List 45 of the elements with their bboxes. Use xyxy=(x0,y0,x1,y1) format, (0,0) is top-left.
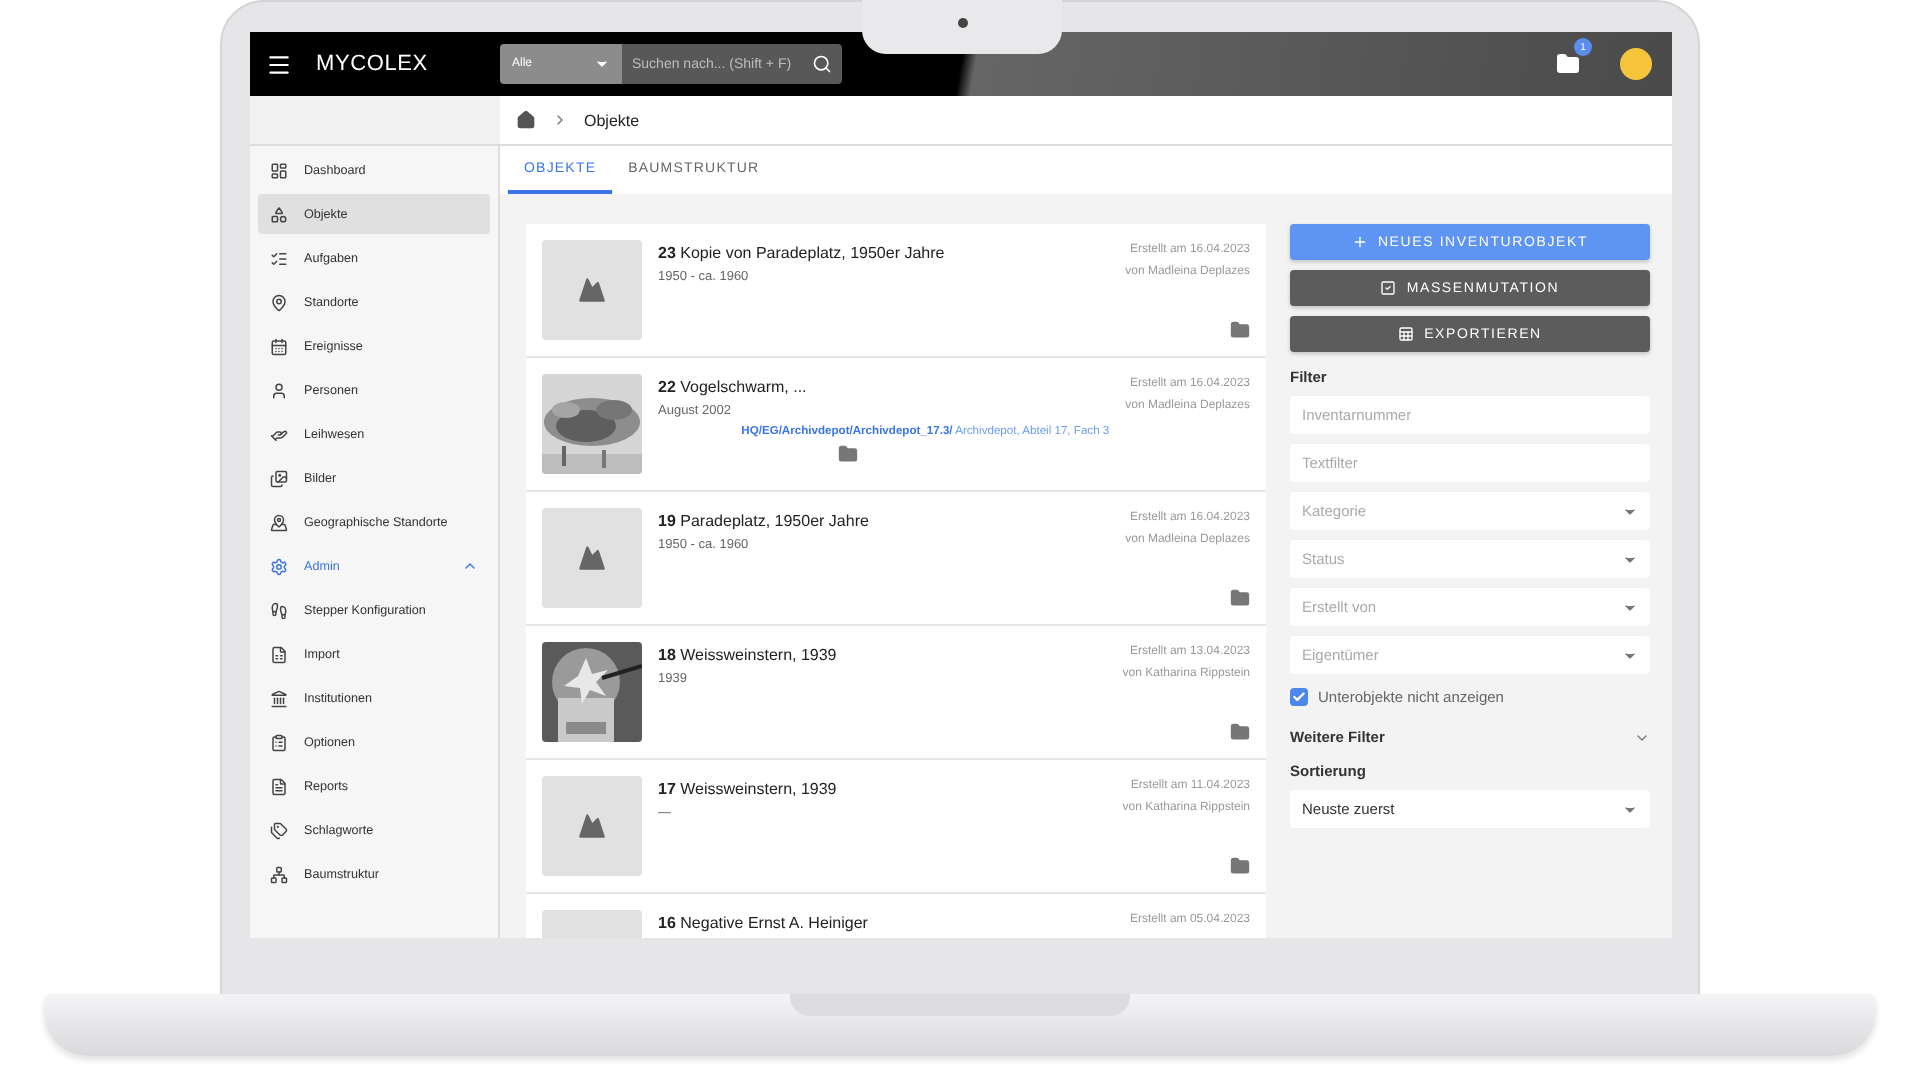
object-title: 19 Paradeplatz, 1950er Jahre xyxy=(658,510,871,530)
menu-icon[interactable] xyxy=(266,51,292,77)
caret-icon xyxy=(594,56,610,72)
calendar-icon xyxy=(270,337,288,355)
object-title: 23 Kopie von Paradeplatz, 1950er Jahre xyxy=(658,242,947,262)
shapes-icon xyxy=(270,205,288,223)
object-title: 22 Vogelschwarm, ... xyxy=(658,376,809,396)
object-title: 16 Negative Ernst A. Heiniger xyxy=(658,912,870,932)
spreadsheet-icon xyxy=(270,645,288,663)
hand-icon xyxy=(270,425,288,443)
document-icon xyxy=(270,777,288,795)
folder-plus-icon[interactable] xyxy=(838,444,858,464)
avatar[interactable] xyxy=(1620,48,1652,80)
folder-plus-icon[interactable] xyxy=(1230,588,1250,608)
plus-icon xyxy=(1351,234,1368,250)
app-title: MYCOLEX xyxy=(316,52,430,76)
folder-plus-icon[interactable] xyxy=(1230,856,1250,876)
tags-icon xyxy=(270,821,288,839)
dashboard-icon xyxy=(270,161,288,179)
settings-icon xyxy=(270,557,288,575)
images-icon xyxy=(270,469,288,487)
map-pin-icon xyxy=(270,513,288,531)
footprints-icon xyxy=(270,601,288,619)
checklist-icon xyxy=(270,249,288,267)
clipboard-icon xyxy=(270,733,288,751)
home-icon[interactable] xyxy=(516,110,536,130)
chevron-right-icon xyxy=(552,112,568,128)
mountain-icon xyxy=(578,812,606,840)
spreadsheet-icon xyxy=(1398,326,1415,342)
bank-icon xyxy=(270,689,288,707)
object-title: 17 Weissweinstern, 1939 xyxy=(658,778,839,798)
object-title: 18 Weissweinstern, 1939 xyxy=(658,644,839,664)
folder-plus-icon[interactable] xyxy=(1230,722,1250,742)
search-icon[interactable] xyxy=(812,54,832,74)
map-pin-icon xyxy=(270,293,288,311)
tree-icon xyxy=(270,865,288,883)
checkbox-icon xyxy=(1380,280,1397,296)
person-icon xyxy=(270,381,288,399)
checkbox[interactable] xyxy=(1290,688,1308,706)
folder-plus-icon[interactable] xyxy=(1230,320,1250,340)
mountain-icon xyxy=(578,276,606,304)
mountain-icon xyxy=(578,544,606,572)
breadcrumb-item[interactable]: Objekte xyxy=(584,111,640,129)
folder-icon[interactable] xyxy=(1556,52,1580,76)
chevron-up-icon[interactable] xyxy=(462,558,478,574)
